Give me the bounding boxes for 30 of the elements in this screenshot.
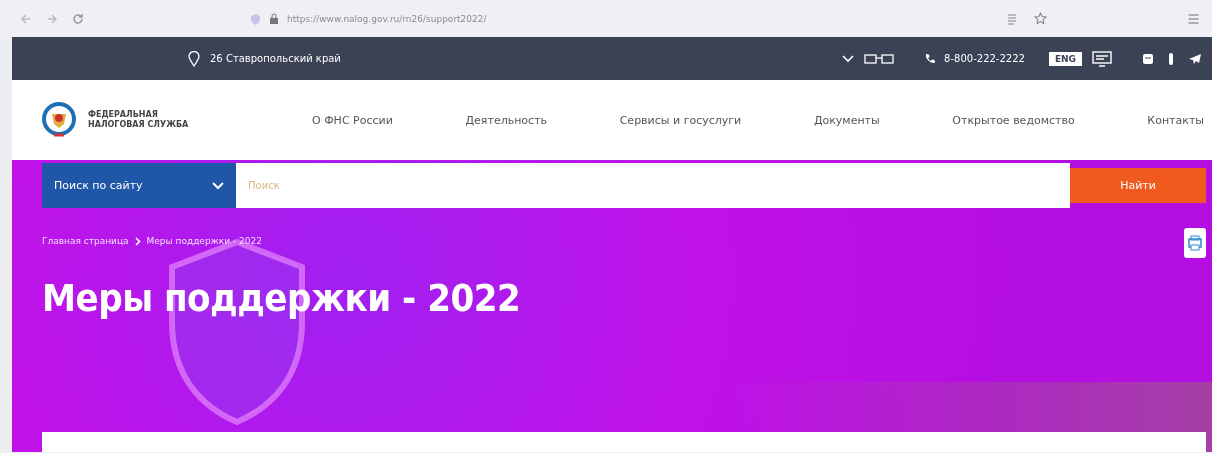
location-pin-icon (188, 50, 200, 67)
shield-icon (250, 12, 261, 25)
chevron-down-icon[interactable] (842, 54, 855, 63)
chevron-down-icon (212, 181, 224, 190)
chevron-right-icon (134, 236, 141, 246)
language-button[interactable]: ENG (1048, 51, 1082, 66)
nav-link[interactable]: Открытое ведомство (952, 113, 1075, 127)
chat-icon[interactable] (1142, 52, 1154, 65)
phone-number[interactable]: 8-800-222-2222 (944, 53, 1025, 64)
emblem-logo-icon[interactable] (42, 102, 76, 138)
nav-link[interactable]: О ФНС России (312, 113, 393, 127)
breadcrumb-link[interactable]: Главная страница (42, 236, 129, 246)
nav-link[interactable]: Сервисы и госуслуги (619, 113, 742, 127)
logo-title: ФЕДЕРАЛЬНАЯ (88, 110, 159, 120)
phone-icon (924, 52, 937, 65)
glasses-icon[interactable] (864, 52, 895, 65)
lock-icon (269, 12, 279, 25)
nav-link[interactable]: Контакты (1147, 113, 1204, 127)
page-title: Меры поддержки - 2022 (42, 276, 522, 320)
print-icon[interactable] (1184, 228, 1206, 258)
monitor-icon[interactable] (1092, 50, 1112, 67)
region-selector[interactable]: 26 Ставропольский край (210, 53, 341, 64)
nav-link[interactable]: Деятельность (465, 113, 548, 127)
nav-link[interactable]: Документы (813, 113, 880, 127)
breadcrumb-link[interactable]: Меры поддержки - 2022 (146, 236, 262, 246)
star-icon[interactable] (1034, 12, 1047, 25)
search-scope-dropdown[interactable]: Поиск по сайту (42, 163, 236, 208)
paper-plane-icon[interactable] (1188, 52, 1202, 65)
logo-subtitle: НАЛОГОВАЯ СЛУЖБА (88, 120, 189, 130)
search-field[interactable]: Поиск (236, 163, 1070, 208)
